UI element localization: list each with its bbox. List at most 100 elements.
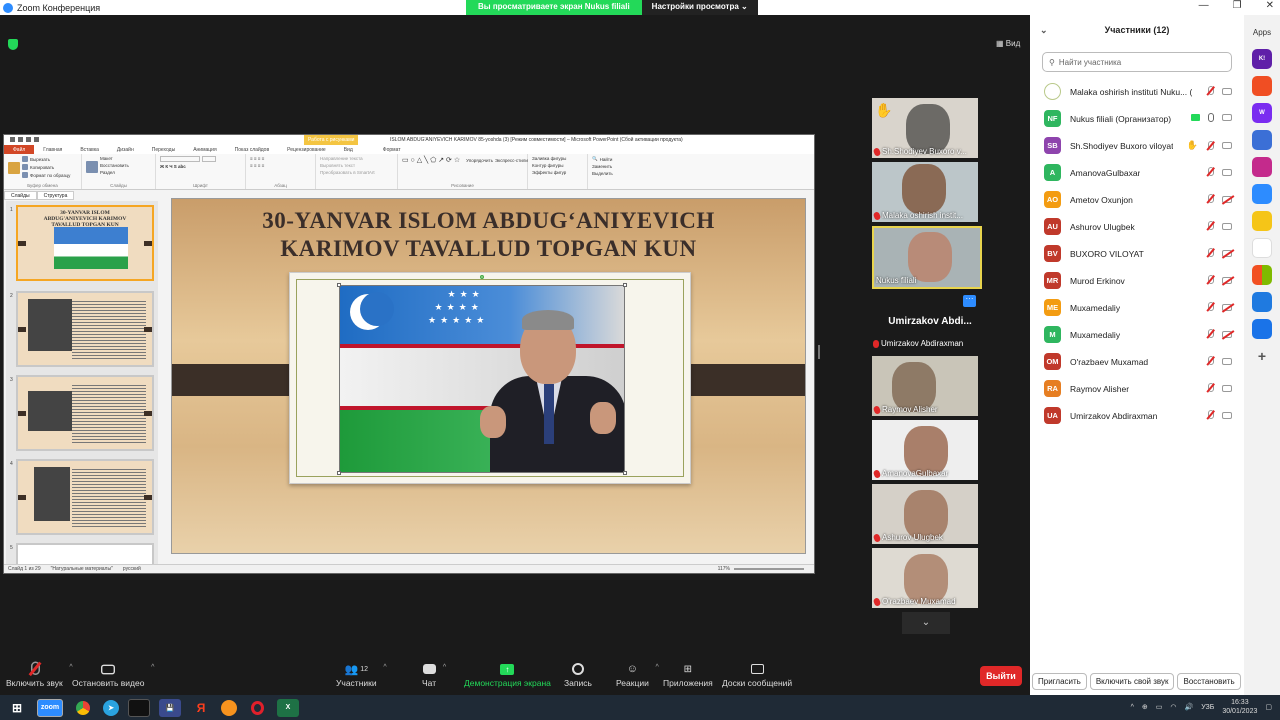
muted-mic-icon[interactable] — [1206, 383, 1214, 393]
view-button[interactable]: ▦ Вид — [996, 39, 1020, 48]
align-text-button[interactable]: Выровнять текст — [320, 163, 393, 168]
slide-thumbnail-2[interactable]: 2 — [10, 291, 154, 367]
resize-handle[interactable] — [337, 283, 341, 287]
muted-mic-icon[interactable] — [1206, 221, 1214, 231]
muted-mic-icon[interactable] — [1206, 356, 1214, 366]
tab-view[interactable]: Вид — [335, 147, 362, 153]
excel-icon[interactable]: X — [277, 698, 299, 717]
resize-handle[interactable] — [337, 471, 341, 475]
text-direction-button[interactable]: Направление текста — [320, 156, 393, 161]
camera-icon[interactable] — [1222, 357, 1232, 365]
participant-row[interactable]: OM O'razbaev Muxamad — [1030, 348, 1244, 375]
chrome-icon[interactable] — [72, 699, 94, 717]
save-icon[interactable]: 💾 — [159, 698, 181, 717]
tab-slides[interactable]: Слайды — [4, 191, 37, 200]
tab-outline[interactable]: Структура — [36, 191, 75, 200]
share-screen-button[interactable]: ↑ Демонстрация экрана — [464, 660, 551, 688]
format-painter-button[interactable]: Формат по образцу — [22, 172, 70, 178]
muted-mic-icon[interactable] — [1206, 275, 1214, 285]
video-tile[interactable]: ✋ Sh.Shodiyev Buxoro v... — [872, 98, 978, 158]
view-options-button[interactable]: Настройки просмотра ⌄ — [641, 0, 758, 15]
yandex-icon[interactable]: Я — [190, 699, 212, 717]
video-tile[interactable]: Raymov Alisher — [872, 356, 978, 416]
app-icon[interactable] — [1252, 130, 1272, 150]
slide-thumbnail-4[interactable]: 4 — [10, 459, 154, 535]
app-icon[interactable] — [221, 699, 237, 716]
opera-icon[interactable] — [246, 699, 268, 717]
invite-button[interactable]: Пригласить — [1032, 673, 1087, 690]
wifi-icon[interactable]: ◠ — [1170, 703, 1176, 711]
mic-icon[interactable] — [1208, 113, 1214, 122]
tab-home[interactable]: Главная — [34, 147, 71, 153]
tray-chevron-icon[interactable]: ^ — [1131, 704, 1134, 711]
camera-off-icon[interactable] — [1222, 249, 1232, 257]
close-icon[interactable]: ✕ — [1266, 0, 1274, 11]
zoom-control[interactable]: 117% — [718, 566, 804, 572]
participant-row[interactable]: BV BUXORO VILOYAT — [1030, 240, 1244, 267]
tab-transitions[interactable]: Переходы — [143, 147, 184, 153]
muted-mic-icon[interactable] — [1206, 248, 1214, 258]
rotate-handle[interactable] — [480, 275, 484, 279]
participant-row[interactable]: A AmanovaGulbaxar — [1030, 159, 1244, 186]
participant-row[interactable]: Malaka oshirish instituti Nuku... (Я) — [1030, 78, 1244, 105]
app-icon[interactable] — [1252, 292, 1272, 312]
layout-button[interactable]: Макет — [100, 156, 129, 161]
battery-icon[interactable]: ▭ — [1156, 703, 1163, 711]
slide-thumbnail-5[interactable]: 5 — [10, 543, 154, 565]
find-button[interactable]: 🔍 Найти — [592, 156, 634, 162]
emoji-app-icon[interactable] — [1252, 211, 1272, 231]
quick-styles-button[interactable]: Экспресс-стили — [495, 158, 528, 163]
tab-insert[interactable]: Вставка — [71, 147, 108, 153]
app-icon[interactable] — [128, 698, 150, 717]
windows-start-icon[interactable]: ⊞ — [6, 699, 28, 717]
leave-button[interactable]: Выйти — [980, 666, 1022, 686]
tab-animations[interactable]: Анимация — [184, 147, 225, 153]
arrange-button[interactable]: Упорядочить — [466, 158, 493, 163]
chevron-down-icon[interactable]: ⌄ — [1040, 25, 1048, 36]
encryption-shield-icon[interactable] — [8, 39, 18, 50]
tab-format[interactable]: Формат — [374, 147, 410, 153]
paste-icon[interactable] — [8, 162, 20, 174]
new-slide-icon[interactable] — [86, 160, 98, 173]
camera-off-icon[interactable] — [1222, 330, 1232, 338]
scroll-down-button[interactable]: ⌄ — [902, 612, 950, 634]
muted-mic-icon[interactable] — [1206, 194, 1214, 204]
font-name-box[interactable] — [160, 156, 200, 162]
participant-row[interactable]: AU Ashurov Ulugbek — [1030, 213, 1244, 240]
keyboard-language[interactable]: УЗБ — [1201, 704, 1214, 711]
whiteboards-button[interactable]: Доски сообщений — [722, 660, 792, 688]
resize-handle[interactable] — [623, 283, 627, 287]
app-icon[interactable] — [1252, 157, 1272, 177]
apps-button[interactable]: ⊞ Приложения — [663, 660, 713, 689]
camera-icon[interactable] — [1222, 142, 1232, 149]
replace-button[interactable]: Заменить — [592, 164, 634, 169]
muted-mic-icon[interactable] — [1206, 410, 1214, 420]
chat-button[interactable]: Чат ^ — [422, 660, 446, 688]
slide-thumbnail-1[interactable]: 1 30-YANVAR ISLOM ABDUG'ANIYEVICH KARIMO… — [10, 205, 154, 281]
camera-icon[interactable] — [1222, 384, 1232, 392]
muted-mic-icon[interactable] — [1206, 167, 1214, 177]
shape-outline-button[interactable]: Контур фигуры — [532, 163, 583, 168]
tab-design[interactable]: Дизайн — [108, 147, 143, 153]
app-icon[interactable] — [1252, 319, 1272, 339]
camera-icon[interactable] — [1222, 411, 1232, 419]
slide-thumbnail-3[interactable]: 3 — [10, 375, 154, 451]
tab-review[interactable]: Рецензирование — [278, 147, 335, 153]
unmute-button[interactable]: Включить звук ^ — [6, 660, 73, 688]
camera-icon[interactable] — [1222, 168, 1232, 176]
cut-button[interactable]: Вырезать — [22, 156, 70, 162]
telegram-icon[interactable]: ➤ — [103, 699, 119, 716]
clock[interactable]: 16:33 30/01/2023 — [1222, 698, 1257, 716]
participant-row[interactable]: AO Ametov Oxunjon — [1030, 186, 1244, 213]
camera-off-icon[interactable] — [1222, 195, 1232, 203]
shape-fill-button[interactable]: Заливка фигуры — [532, 156, 583, 161]
panel-splitter[interactable] — [818, 345, 820, 359]
app-icon[interactable] — [1252, 76, 1272, 96]
select-button[interactable]: Выделить — [592, 171, 634, 176]
tab-slideshow[interactable]: Показ слайдов — [226, 147, 278, 153]
maximize-icon[interactable]: ❐ — [1233, 0, 1242, 11]
slide-photo[interactable]: ★★★ ★★★★ ★★★★★ — [339, 285, 625, 473]
video-tile-active-speaker[interactable]: Nukus filiali — [872, 226, 982, 289]
reactions-button[interactable]: ☺ Реакции ^ — [616, 660, 659, 688]
zoom-taskbar-icon[interactable]: zoom — [37, 698, 63, 717]
